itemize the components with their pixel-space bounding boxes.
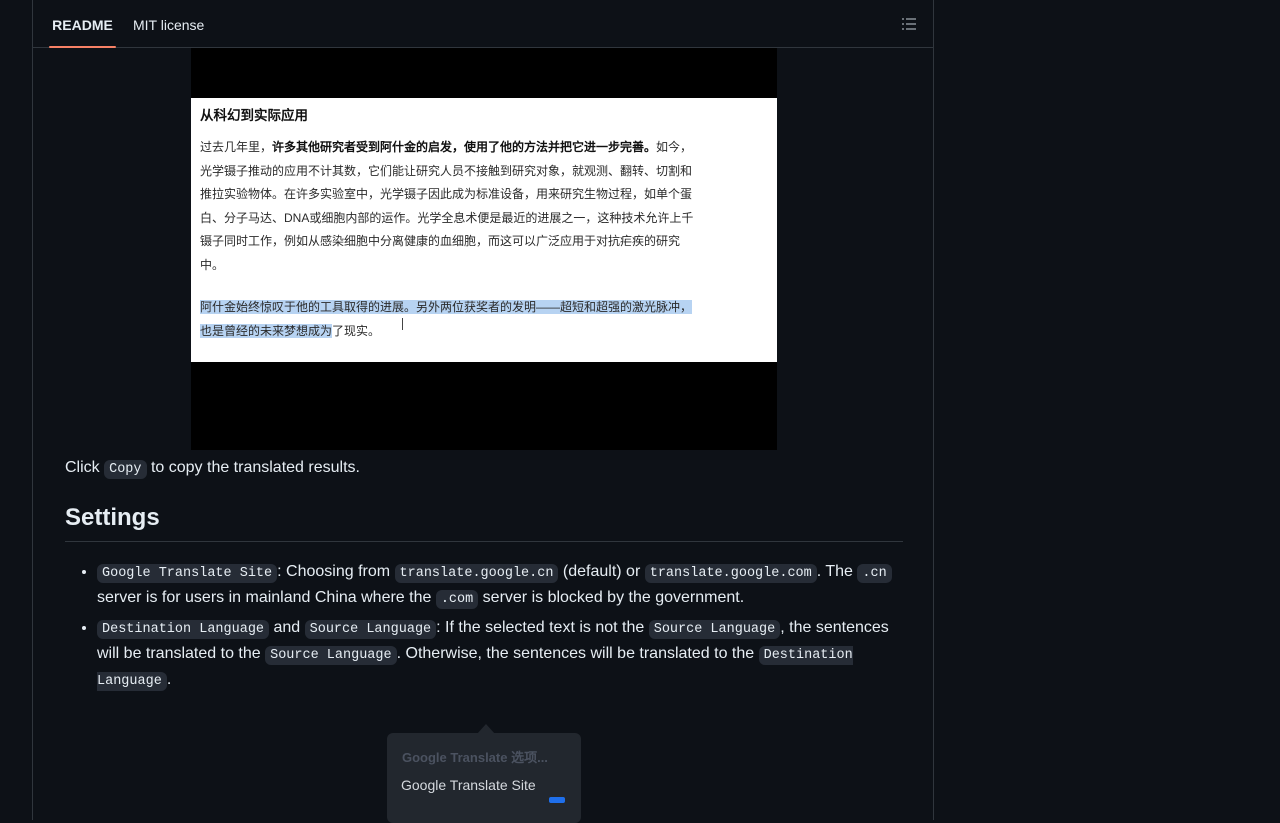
item-text: server is blocked by the government. [478,589,745,606]
caption-text: Click [65,459,105,476]
caption-text: to copy the translated results. [146,459,360,476]
code-snippet: translate.google.cn [394,564,559,583]
tab-readme[interactable]: README [49,0,116,48]
paragraph-bold: 许多其他研究者受到阿什金的启发，使用了他的方法并把它进一步完善。 [272,140,657,154]
item-text: : If the selected text is not the [436,619,649,636]
tab-mit-license[interactable]: MIT license [133,0,204,47]
screenshot-selected-paragraph: 阿什金始终惊叹于他的工具取得的进展。另外两位获奖者的发明——超短和超强的激光脉冲… [200,296,700,343]
checkbox-icon[interactable] [549,797,565,803]
item-text: . [166,671,172,688]
list-unordered-icon[interactable] [901,16,917,32]
item-text: . Otherwise, the sentences will be trans… [396,645,759,662]
item-text: : Choosing from [277,563,395,580]
screenshot-article: 从科幻到实际应用 过去几年里，许多其他研究者受到阿什金的启发，使用了他的方法并把… [191,98,777,362]
heading-divider [65,541,903,542]
code-snippet: Source Language [265,646,397,665]
text-cursor-icon [402,318,403,330]
selected-text: 阿什金始终惊叹于他的工具取得的进展。另外两位获奖者的发明——超短和超强的激光脉冲… [200,300,693,338]
options-popup: Google Translate 选项... Google Translate … [387,733,581,823]
unselected-text: 了现实。 [332,323,381,338]
popup-title: Google Translate 选项... [402,750,548,765]
item-text: (default) or [558,563,645,580]
list-item: Destination Language and Source Language… [97,616,905,694]
item-text: server is for users in mainland China wh… [97,589,436,606]
code-snippet: Source Language [648,620,781,639]
code-snippet: Destination Language [97,620,270,639]
copy-code: Copy [104,460,147,479]
readme-panel: README MIT license 从科幻到实际应用 过去几年里，许多其他研究… [32,0,934,823]
code-snippet: .cn [857,564,892,583]
readme-tabbar: README MIT license [33,0,933,48]
popup-item-translate-site[interactable]: Google Translate Site [401,777,536,793]
code-snippet: Google Translate Site [97,564,278,583]
screenshot-paragraph: 过去几年里，许多其他研究者受到阿什金的启发，使用了他的方法并把它进一步完善。如今… [200,136,695,277]
settings-list: Google Translate Site: Choosing from tra… [65,560,905,698]
code-snippet: Source Language [304,620,437,639]
demo-screenshot: 从科幻到实际应用 过去几年里，许多其他研究者受到阿什金的启发，使用了他的方法并把… [191,48,777,450]
item-text: . The [816,563,858,580]
copy-caption: Click Copy to copy the translated result… [65,458,360,480]
settings-heading: Settings [65,504,160,531]
code-snippet: .com [435,590,479,609]
list-item: Google Translate Site: Choosing from tra… [97,560,905,612]
screenshot-heading: 从科幻到实际应用 [200,108,308,123]
code-snippet: translate.google.com [644,564,817,583]
item-text: and [269,619,305,636]
paragraph-intro: 过去几年里， [200,140,273,154]
paragraph-rest: 如今，光学镊子推动的应用不计其数，它们能让研究人员不接触到研究对象，就观测、翻转… [200,140,694,272]
